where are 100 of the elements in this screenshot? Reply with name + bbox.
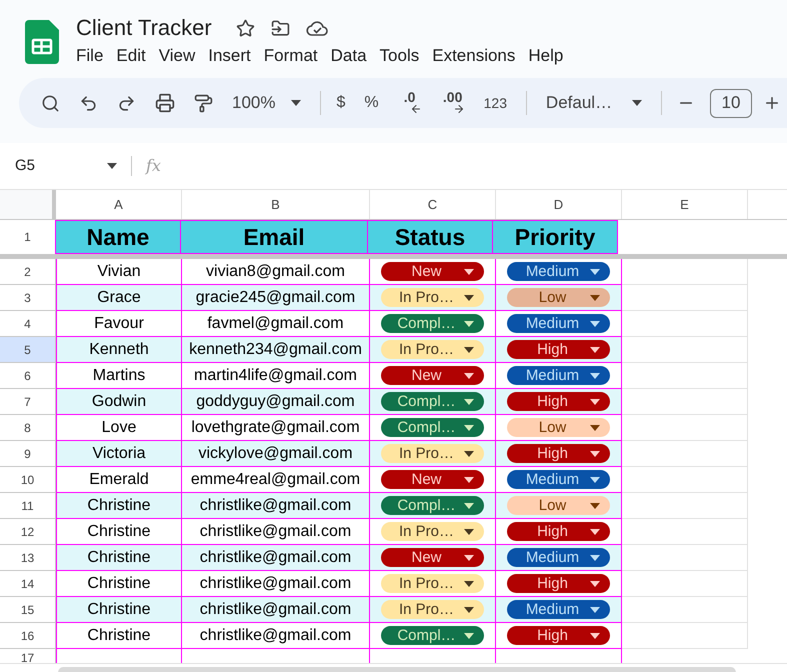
- table-cell: Christine: [56, 623, 182, 649]
- dropdown-chip[interactable]: Compl…: [381, 496, 484, 515]
- dropdown-chip[interactable]: High: [507, 340, 610, 359]
- row-header[interactable]: 9: [0, 441, 56, 467]
- currency-button[interactable]: $: [336, 91, 346, 115]
- dropdown-arrow-icon: [464, 632, 474, 638]
- table-cell: Emerald: [56, 467, 182, 493]
- dropdown-chip[interactable]: Compl…: [381, 626, 484, 645]
- menu-item[interactable]: Help: [522, 44, 570, 68]
- row-header[interactable]: 14: [0, 571, 56, 597]
- dropdown-chip[interactable]: In Pro…: [381, 444, 484, 463]
- row-header[interactable]: 11: [0, 493, 56, 519]
- row-header[interactable]: 4: [0, 311, 56, 337]
- name-box[interactable]: G5: [0, 154, 123, 178]
- menu-item[interactable]: Edit: [110, 44, 152, 68]
- dropdown-arrow-icon: [107, 163, 117, 169]
- row-header[interactable]: 7: [0, 389, 56, 415]
- number-format-button[interactable]: 123: [484, 92, 507, 114]
- row-header[interactable]: 6: [0, 363, 56, 389]
- dropdown-arrow-icon: [464, 528, 474, 534]
- paint-format-icon[interactable]: [194, 94, 213, 112]
- dropdown-chip[interactable]: Low: [507, 288, 610, 307]
- decrease-decimal-button[interactable]: .0: [398, 91, 422, 115]
- dropdown-arrow-icon: [590, 372, 600, 378]
- row-header[interactable]: 8: [0, 415, 56, 441]
- table-cell: gracie245@gmail.com: [182, 285, 370, 311]
- dropdown-chip[interactable]: High: [507, 392, 610, 411]
- menu-item[interactable]: Insert: [202, 44, 257, 68]
- menu-item[interactable]: Format: [258, 44, 324, 68]
- dropdown-arrow-icon: [464, 580, 474, 586]
- table-cell: christlike@gmail.com: [182, 597, 370, 623]
- menu-item[interactable]: Data: [324, 44, 373, 68]
- dropdown-chip[interactable]: In Pro…: [381, 288, 484, 307]
- row-header[interactable]: 2: [0, 259, 56, 285]
- table-cell: Grace: [56, 285, 182, 311]
- dropdown-chip[interactable]: Medium: [507, 262, 610, 281]
- table-cell: lovethgrate@gmail.com: [182, 415, 370, 441]
- dropdown-chip[interactable]: Medium: [507, 366, 610, 385]
- menu-item[interactable]: Tools: [374, 44, 426, 68]
- row-header[interactable]: 13: [0, 545, 56, 571]
- dropdown-arrow-icon: [590, 476, 600, 482]
- dropdown-chip[interactable]: Medium: [507, 470, 610, 489]
- table-cell: martin4life@gmail.com: [182, 363, 370, 389]
- dropdown-chip[interactable]: Medium: [507, 600, 610, 619]
- row-header[interactable]: 12: [0, 519, 56, 545]
- header-cell[interactable]: Priority: [492, 220, 618, 254]
- table-cell: Victoria: [56, 441, 182, 467]
- font-dropdown[interactable]: Defaul…: [546, 90, 642, 116]
- dropdown-chip[interactable]: New: [381, 262, 484, 281]
- dropdown-chip[interactable]: In Pro…: [381, 522, 484, 541]
- menu-item[interactable]: File: [70, 44, 110, 68]
- font-size-field[interactable]: 10: [710, 88, 752, 118]
- menu-item[interactable]: View: [152, 44, 202, 68]
- percent-button[interactable]: %: [364, 91, 379, 115]
- row-header[interactable]: 5: [0, 337, 56, 363]
- menu-item[interactable]: Extensions: [426, 44, 522, 68]
- dropdown-arrow-icon: [464, 606, 474, 612]
- zoom-dropdown[interactable]: 100%: [232, 90, 302, 116]
- table-cell: christlike@gmail.com: [182, 545, 370, 571]
- increase-decimal-button[interactable]: .00: [440, 91, 465, 115]
- table-cell: Kenneth: [56, 337, 182, 363]
- dropdown-chip[interactable]: Compl…: [381, 392, 484, 411]
- row-header[interactable]: 3: [0, 285, 56, 311]
- star-icon[interactable]: [236, 18, 255, 38]
- dropdown-chip[interactable]: Medium: [507, 314, 610, 333]
- dropdown-chip[interactable]: New: [381, 366, 484, 385]
- header-cell[interactable]: Email: [180, 220, 368, 254]
- folder-move-icon[interactable]: [270, 18, 290, 38]
- row-header[interactable]: 15: [0, 597, 56, 623]
- dropdown-arrow-icon: [590, 450, 600, 456]
- dropdown-chip[interactable]: In Pro…: [381, 574, 484, 593]
- corner-cell[interactable]: [0, 190, 56, 219]
- print-icon[interactable]: [155, 93, 175, 113]
- dropdown-chip[interactable]: High: [507, 574, 610, 593]
- dropdown-arrow-icon: [464, 424, 474, 430]
- dropdown-chip[interactable]: In Pro…: [381, 340, 484, 359]
- table-cell: Godwin: [56, 389, 182, 415]
- dropdown-chip[interactable]: High: [507, 522, 610, 541]
- row-header[interactable]: 16: [0, 623, 56, 649]
- undo-icon[interactable]: [79, 94, 98, 112]
- dropdown-chip[interactable]: Compl…: [381, 418, 484, 437]
- row-header[interactable]: 10: [0, 467, 56, 493]
- dropdown-chip[interactable]: In Pro…: [381, 600, 484, 619]
- header-cell[interactable]: Status: [367, 220, 493, 254]
- dropdown-chip[interactable]: Low: [507, 418, 610, 437]
- cloud-check-icon[interactable]: [306, 20, 328, 36]
- dropdown-chip[interactable]: Medium: [507, 548, 610, 567]
- spreadsheet-logo-icon[interactable]: [25, 20, 59, 64]
- dropdown-chip[interactable]: Low: [507, 496, 610, 515]
- search-icon[interactable]: [41, 94, 60, 112]
- dropdown-chip[interactable]: High: [507, 626, 610, 645]
- redo-icon[interactable]: [117, 94, 136, 112]
- dropdown-arrow-icon: [590, 398, 600, 404]
- dropdown-chip[interactable]: High: [507, 444, 610, 463]
- dropdown-chip[interactable]: New: [381, 470, 484, 489]
- document-title[interactable]: Client Tracker: [76, 14, 212, 42]
- dropdown-chip[interactable]: New: [381, 548, 484, 567]
- header-cell[interactable]: Name: [55, 220, 181, 254]
- dropdown-chip[interactable]: Compl…: [381, 314, 484, 333]
- dropdown-arrow-icon: [464, 268, 474, 274]
